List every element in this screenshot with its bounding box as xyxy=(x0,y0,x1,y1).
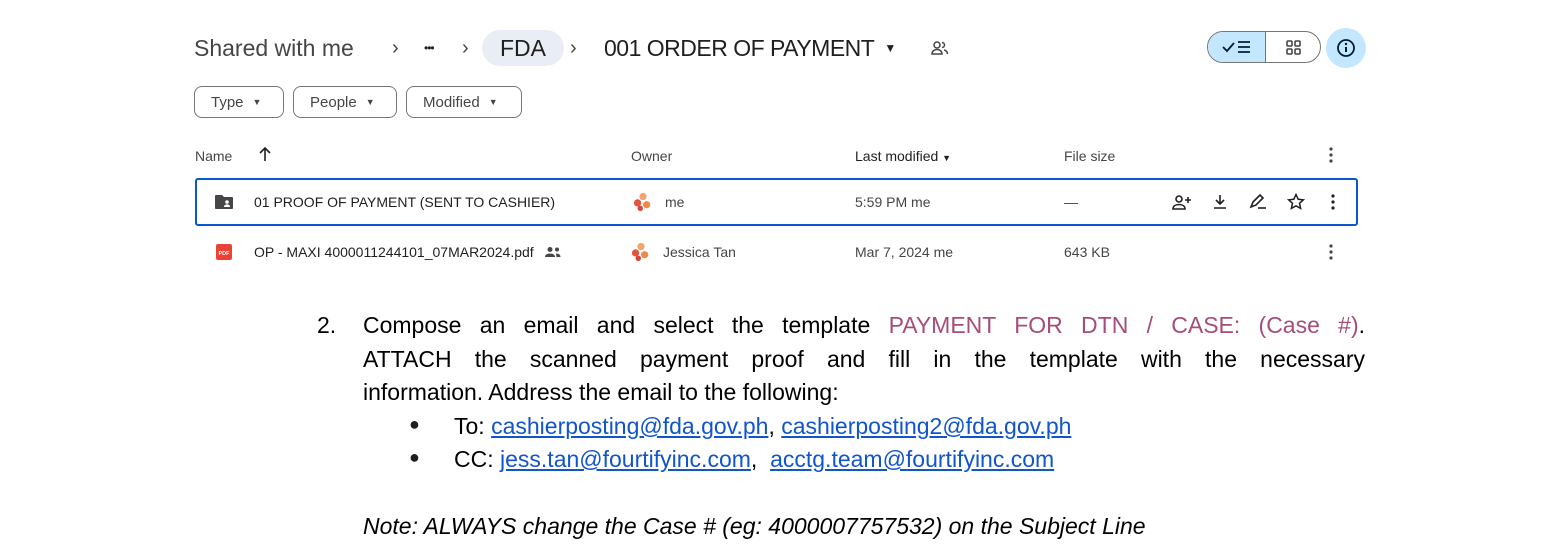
shared-people-icon xyxy=(931,40,949,61)
owner-name: Jessica Tan xyxy=(663,244,736,260)
breadcrumb-separator-icon: › xyxy=(462,36,469,59)
file-name[interactable]: 01 PROOF OF PAYMENT (SENT TO CASHIER) xyxy=(254,194,555,210)
dropdown-arrow-icon: ▼ xyxy=(488,97,498,107)
cc-recipients: CC: jess.tan@fourtifyinc.com, acctg.team… xyxy=(454,446,1055,472)
sort-arrow-up-icon[interactable] xyxy=(258,146,272,167)
pdf-icon: PDF xyxy=(214,242,234,262)
more-options-icon[interactable] xyxy=(1324,146,1338,167)
bullet-icon: ● xyxy=(409,447,420,467)
grid-view-icon xyxy=(1285,39,1301,55)
more-actions-icon[interactable] xyxy=(1323,192,1343,212)
details-info-button[interactable] xyxy=(1326,28,1366,68)
file-size: 643 KB xyxy=(1064,244,1110,260)
column-header-file-size[interactable]: File size xyxy=(1064,148,1115,164)
breadcrumb-separator-icon: › xyxy=(392,36,399,59)
step-number: 2. xyxy=(317,312,337,338)
to-recipients: To: cashierposting@fda.gov.ph, cashierpo… xyxy=(454,413,1072,439)
shared-people-icon xyxy=(544,247,561,257)
email-link[interactable]: cashierposting@fda.gov.ph xyxy=(491,413,768,439)
more-actions-icon[interactable] xyxy=(1321,242,1341,262)
info-icon xyxy=(1337,39,1355,57)
file-size: — xyxy=(1064,194,1078,210)
column-header-last-modified[interactable]: Last modified ▼ xyxy=(855,148,951,164)
breadcrumb-fda-label: FDA xyxy=(500,34,546,61)
email-link[interactable]: jess.tan@fourtifyinc.com xyxy=(500,446,751,472)
filter-people-label: People xyxy=(310,93,357,111)
owner-name: me xyxy=(665,194,685,210)
share-add-person-icon[interactable] xyxy=(1172,192,1192,212)
step-line-3: information. Address the email to the fo… xyxy=(363,379,839,405)
star-icon[interactable] xyxy=(1286,192,1306,212)
email-link[interactable]: cashierposting2@fda.gov.ph xyxy=(781,413,1071,439)
note-text: Note: ALWAYS change the Case # (eg: 4000… xyxy=(363,513,1146,539)
current-folder-title: 001 ORDER OF PAYMENT xyxy=(604,34,875,61)
filter-modified-label: Modified xyxy=(423,93,480,111)
dropdown-arrow-icon: ▼ xyxy=(365,97,375,107)
table-row[interactable]: PDF OP - MAXI 4000011244101_07MAR2024.pd… xyxy=(195,228,1358,276)
step-line-1: Compose an email and select the template… xyxy=(363,312,1366,338)
column-header-name[interactable]: Name xyxy=(195,148,232,164)
filter-type-label: Type xyxy=(211,93,244,111)
sort-dropdown-icon: ▼ xyxy=(942,153,952,163)
bullet-icon: ● xyxy=(409,414,420,434)
breadcrumb: Shared with me xyxy=(194,30,354,66)
owner-avatar xyxy=(633,192,653,212)
filter-modified-chip[interactable]: Modified ▼ xyxy=(406,86,522,118)
list-view-button[interactable] xyxy=(1208,32,1266,62)
shared-folder-icon xyxy=(214,192,234,212)
filter-type-chip[interactable]: Type ▼ xyxy=(194,86,284,118)
file-name[interactable]: OP - MAXI 4000011244101_07MAR2024.pdf xyxy=(254,244,562,260)
svg-text:PDF: PDF xyxy=(219,251,231,257)
template-name: PAYMENT FOR DTN / CASE: (Case #) xyxy=(888,312,1359,338)
dropdown-arrow-icon: ▼ xyxy=(252,97,262,107)
breadcrumb-more-button[interactable]: ••• xyxy=(424,30,435,66)
email-link[interactable]: acctg.team@fourtifyinc.com xyxy=(770,446,1054,472)
breadcrumb-fda[interactable]: FDA xyxy=(482,30,564,66)
breadcrumb-shared-with-me[interactable]: Shared with me xyxy=(194,35,354,62)
view-toggle xyxy=(1207,31,1321,63)
breadcrumb-current-folder[interactable]: 001 ORDER OF PAYMENT ▼ xyxy=(604,30,896,66)
owner-avatar xyxy=(631,242,651,262)
last-modified: 5:59 PM me xyxy=(855,194,931,210)
table-row[interactable]: 01 PROOF OF PAYMENT (SENT TO CASHIER) me… xyxy=(195,178,1358,226)
breadcrumb-separator-icon: › xyxy=(570,36,577,59)
chevron-down-icon: ▼ xyxy=(884,41,897,55)
list-view-icon xyxy=(1221,41,1250,53)
download-icon[interactable] xyxy=(1210,192,1230,212)
rename-icon[interactable] xyxy=(1248,192,1268,212)
last-modified: Mar 7, 2024 me xyxy=(855,244,954,260)
step-line-2: ATTACH the scanned payment proof and fil… xyxy=(363,345,1365,372)
column-header-owner[interactable]: Owner xyxy=(631,148,672,164)
grid-view-button[interactable] xyxy=(1266,32,1320,62)
filter-people-chip[interactable]: People ▼ xyxy=(293,86,397,118)
